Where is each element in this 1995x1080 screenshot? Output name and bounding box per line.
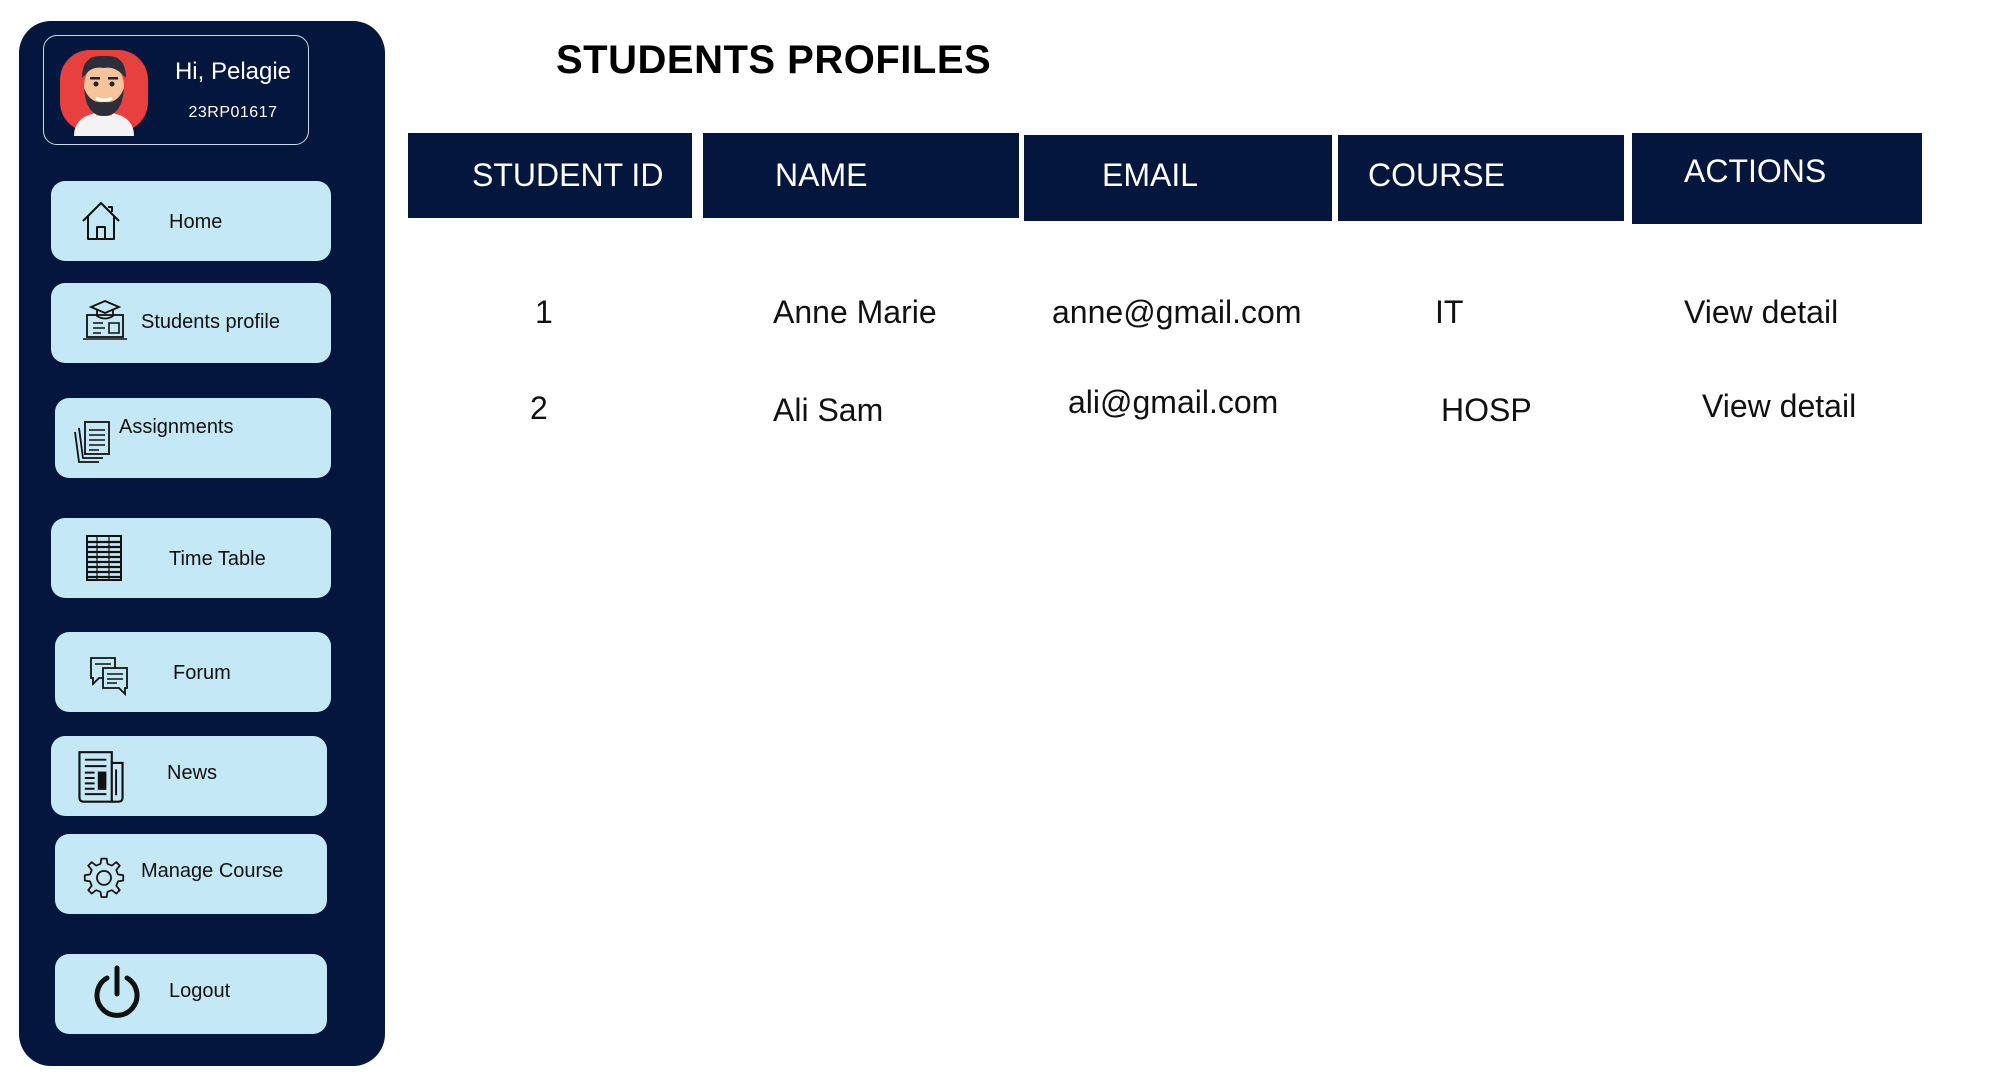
nav-logout-label: Logout — [169, 980, 231, 1002]
page-title: STUDENTS PROFILES — [556, 38, 992, 82]
home-icon — [82, 202, 120, 240]
student-profile-icon — [83, 300, 127, 340]
nav-home-button[interactable]: Home — [51, 181, 331, 261]
nav-news-button[interactable]: News — [51, 736, 327, 816]
table-header-course: COURSE — [1338, 135, 1624, 221]
nav-students-profile-label: Students profile — [141, 311, 280, 333]
nav-forum-label: Forum — [173, 662, 231, 684]
view-detail-link[interactable]: View detail — [1702, 388, 1856, 425]
avatar — [60, 50, 148, 136]
forum-icon — [90, 657, 128, 697]
table-cell-email: ali@gmail.com — [1068, 384, 1279, 420]
nav-home-label: Home — [169, 211, 223, 233]
gear-icon — [83, 857, 125, 898]
assignments-icon — [74, 421, 110, 463]
user-profile-card: Hi, Pelagie 23RP01617 — [43, 35, 309, 145]
sidebar: Hi, Pelagie 23RP01617 Home Students prof… — [19, 21, 385, 1066]
table-cell-course: HOSP — [1441, 392, 1532, 428]
view-detail-link[interactable]: View detail — [1684, 294, 1838, 331]
nav-assignments-button[interactable]: Assignments — [55, 398, 331, 478]
table-cell-student-id: 2 — [530, 390, 548, 426]
power-icon — [94, 965, 140, 1018]
table-cell-course: IT — [1435, 294, 1464, 330]
timetable-icon — [86, 535, 122, 581]
news-icon — [78, 751, 124, 803]
nav-time-table-label: Time Table — [169, 548, 266, 570]
table-header-actions: ACTIONS — [1632, 133, 1922, 224]
table-header-name: NAME — [703, 133, 1019, 218]
nav-forum-button[interactable]: Forum — [55, 632, 331, 712]
table-cell-student-id: 1 — [535, 294, 553, 330]
table-header-student-id: STUDENT ID — [408, 133, 692, 218]
nav-assignments-label: Assignments — [119, 416, 234, 438]
nav-news-label: News — [167, 762, 218, 784]
user-greeting: Hi, Pelagie — [174, 58, 292, 85]
table-header-email: EMAIL — [1024, 135, 1332, 221]
nav-time-table-button[interactable]: Time Table — [51, 518, 331, 598]
nav-manage-course-button[interactable]: Manage Course — [55, 834, 327, 914]
table-cell-name: Anne Marie — [773, 294, 937, 330]
nav-manage-course-label: Manage Course — [141, 860, 284, 882]
nav-students-profile-button[interactable]: Students profile — [51, 283, 331, 363]
table-cell-email: anne@gmail.com — [1052, 294, 1302, 330]
nav-logout-button[interactable]: Logout — [55, 954, 327, 1034]
table-cell-name: Ali Sam — [773, 392, 884, 428]
user-id: 23RP01617 — [188, 104, 278, 121]
